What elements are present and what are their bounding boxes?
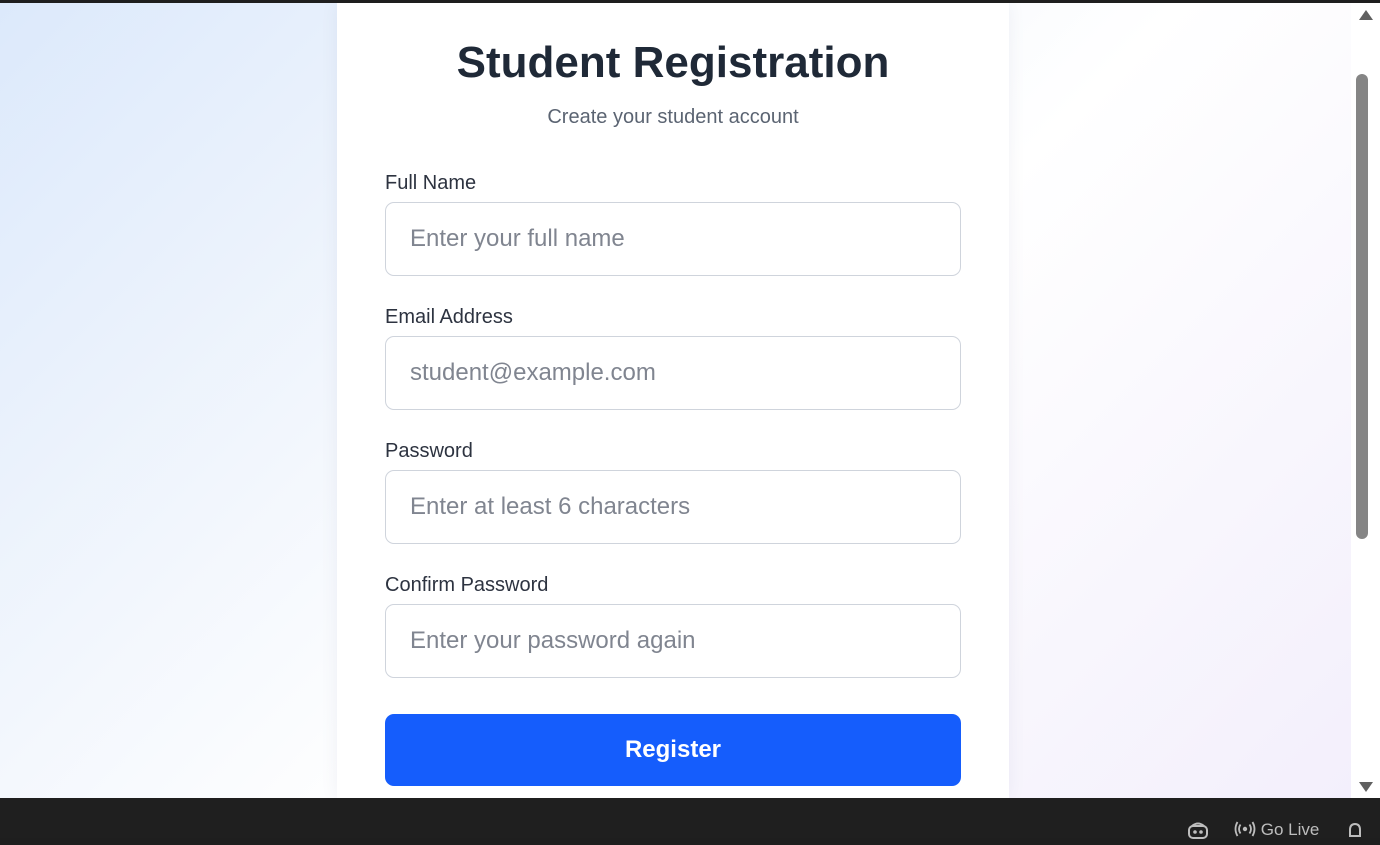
status-bar: Go Live bbox=[0, 798, 1380, 840]
scroll-thumb[interactable] bbox=[1356, 74, 1368, 539]
full-name-label: Full Name bbox=[385, 172, 477, 194]
copilot-icon[interactable] bbox=[1186, 822, 1210, 845]
page-subtitle: Create your student account bbox=[547, 106, 799, 128]
vertical-scrollbar[interactable] bbox=[1351, 3, 1380, 798]
confirm-password-label: Confirm Password bbox=[385, 574, 549, 596]
confirm-password-input[interactable] bbox=[385, 604, 961, 678]
bell-icon[interactable] bbox=[1346, 822, 1364, 845]
password-label: Password bbox=[385, 440, 473, 462]
page-title: Student Registration bbox=[456, 38, 890, 87]
full-name-input[interactable] bbox=[385, 202, 961, 276]
password-input[interactable] bbox=[385, 470, 961, 544]
registration-card: Student Registration Create your student… bbox=[337, 3, 1009, 798]
scroll-down-arrow-icon[interactable] bbox=[1359, 782, 1373, 792]
email-label: Email Address bbox=[385, 306, 513, 328]
go-live-label: Go Live bbox=[1260, 820, 1320, 839]
register-button[interactable]: Register bbox=[385, 714, 961, 786]
email-input[interactable] bbox=[385, 336, 961, 410]
scroll-up-arrow-icon[interactable] bbox=[1359, 10, 1373, 20]
page-viewport: Student Registration Create your student… bbox=[0, 3, 1351, 798]
go-live-button[interactable]: Go Live bbox=[1234, 820, 1319, 840]
broadcast-icon bbox=[1234, 821, 1256, 837]
